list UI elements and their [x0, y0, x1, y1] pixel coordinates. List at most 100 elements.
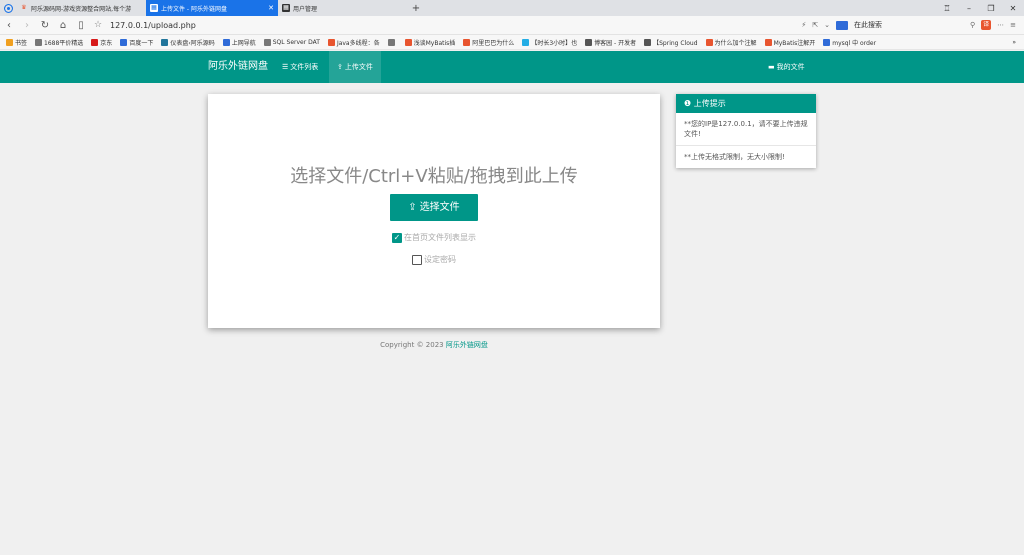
bookmark-favicon-icon	[6, 38, 13, 46]
nav-upload[interactable]: ⇪ 上传文件	[329, 51, 381, 83]
nav-my-files-label: 我的文件	[776, 63, 805, 71]
home-icon[interactable]: ⌂	[54, 20, 72, 31]
show-on-home-option[interactable]: ✓ 在首页文件列表显示	[208, 232, 660, 243]
tab-title: 阿乐源码网-游戏资源整合网站,每个游	[31, 5, 132, 13]
bookmark-favicon-icon	[522, 38, 530, 46]
set-password-option[interactable]: 设定密码	[208, 254, 660, 265]
bookmark-label: MyBatis注解开	[773, 39, 816, 47]
footer: Copyright © 2023 阿乐外链网盘	[208, 340, 660, 350]
bookmark-favicon-icon	[463, 38, 471, 46]
url-field[interactable]: 127.0.0.1/upload.php	[110, 21, 801, 30]
search-input[interactable]: 在此搜索	[854, 20, 964, 30]
set-password-label: 设定密码	[424, 255, 456, 264]
bookmark-item[interactable]: 百度一下	[120, 38, 153, 47]
tips-header: ❶ 上传提示	[676, 94, 816, 113]
bookmark-item[interactable]: 阿里巴巴为什么	[463, 38, 514, 47]
tab-close-icon[interactable]: ✕	[268, 4, 274, 12]
upload-icon: ⇪	[337, 63, 343, 71]
bookmark-item[interactable]: 书签	[6, 38, 27, 47]
tab-favicon-icon: ▦	[150, 4, 158, 12]
minimize-icon[interactable]: –	[958, 0, 980, 16]
lightning-icon[interactable]: ⚡	[801, 21, 806, 29]
chevron-down-icon[interactable]: ⌄	[824, 21, 830, 29]
bookmark-item[interactable]	[387, 38, 397, 46]
bookmark-label: 浅谈MyBatis插	[413, 39, 456, 47]
bookmark-favicon-icon	[263, 38, 271, 46]
bookmark-item[interactable]: 京东	[91, 38, 112, 47]
bookmark-favicon-icon	[644, 38, 652, 46]
bookmark-label: 1688平价精选	[44, 39, 84, 47]
tab-title: 用户管理	[293, 5, 318, 13]
bookmark-label: 博客园 - 开发者	[594, 39, 637, 47]
extension-icon[interactable]: 译	[981, 20, 992, 30]
browser-tab-1[interactable]: ♛ 阿乐源码网-游戏资源整合网站,每个游	[16, 0, 146, 16]
tab-favicon-icon: ▦	[282, 4, 290, 12]
bookmark-favicon-icon	[161, 38, 169, 46]
bookmark-item[interactable]: 为什么加个注解	[705, 38, 757, 47]
window-controls: ♖ – ❐ ✕	[936, 0, 1024, 16]
shirt-icon[interactable]: ♖	[936, 0, 958, 16]
show-on-home-checkbox[interactable]: ✓	[392, 232, 402, 243]
more-icon[interactable]: ⋯	[997, 21, 1004, 29]
info-icon: ❶	[684, 99, 694, 108]
set-password-checkbox[interactable]	[412, 254, 422, 265]
new-tab-icon[interactable]: +	[408, 0, 424, 16]
bookmark-item[interactable]: Java多线程：各	[327, 38, 380, 47]
bookmark-item[interactable]: 【Spring Cloud	[644, 38, 698, 47]
nav-my-files[interactable]: ▬ 我的文件	[760, 51, 813, 83]
bookmark-label: SQL Server DAT	[272, 38, 320, 46]
footer-link[interactable]: 阿乐外链网盘	[446, 341, 488, 349]
bookmark-favicon-icon	[404, 38, 412, 46]
back-icon[interactable]: ‹	[0, 20, 18, 31]
nav-file-list[interactable]: ☰ 文件列表	[274, 51, 326, 83]
search-icon[interactable]: ⚲	[970, 21, 975, 29]
tip-ip-warning: **您的IP是127.0.0.1，请不要上传违规文件!	[676, 113, 816, 146]
share-icon[interactable]: ⇱	[812, 21, 818, 29]
site-brand[interactable]: 阿乐外链网盘	[208, 51, 268, 83]
bookmark-item[interactable]: 【时长3小时】也	[522, 38, 577, 47]
close-window-icon[interactable]: ✕	[1002, 0, 1024, 16]
bookmark-label: 阿里巴巴为什么	[472, 39, 515, 47]
bookmark-item[interactable]: 博客园 - 开发者	[585, 38, 636, 47]
bookmark-favicon-icon	[585, 38, 593, 46]
menu-icon[interactable]: ≡	[1010, 21, 1016, 29]
bookmark-item[interactable]: MyBatis注解开	[764, 38, 816, 47]
bookmark-item[interactable]: SQL Server DAT	[263, 38, 320, 46]
bookmark-item[interactable]: 1688平价精选	[35, 38, 83, 47]
bookmarks-overflow-icon[interactable]: »	[1012, 39, 1024, 46]
bookmark-favicon-icon	[327, 38, 335, 46]
upload-drop-zone[interactable]: 选择文件/Ctrl+V粘贴/拖拽到此上传 ⇪ 选择文件 ✓ 在首页文件列表显示 设…	[208, 94, 660, 328]
forward-icon[interactable]: ›	[18, 20, 36, 31]
bookmark-star-icon[interactable]: ☆	[90, 20, 106, 30]
browser-tab-2[interactable]: ▦ 上传文件 - 阿乐外链网盘 ✕	[146, 0, 278, 16]
bookmarks-bar: 书签 1688平价精选 京东 百度一下 仪表盘‹阿乐源码 上网导航 SQL Server D…	[0, 35, 1024, 50]
drop-zone-text: 选择文件/Ctrl+V粘贴/拖拽到此上传	[290, 166, 578, 187]
reload-icon[interactable]: ↻	[36, 20, 54, 31]
bookmark-item[interactable]: mysql 中 order	[823, 38, 876, 47]
upload-icon: ⇪	[408, 202, 417, 213]
choose-file-button[interactable]: ⇪ 选择文件	[390, 194, 478, 221]
reader-icon[interactable]: ▯	[72, 20, 90, 31]
bookmark-favicon-icon	[764, 38, 772, 46]
bookmark-favicon-icon	[91, 38, 99, 46]
bookmark-label: 百度一下	[129, 39, 154, 47]
nav-file-list-label: 文件列表	[290, 63, 319, 71]
bookmark-favicon-icon	[35, 38, 43, 46]
bookmark-item[interactable]: 仪表盘‹阿乐源码	[161, 38, 215, 47]
browser-tab-3[interactable]: ▦ 用户管理	[278, 0, 408, 16]
nav-upload-label: 上传文件	[344, 63, 373, 71]
restore-icon[interactable]: ❐	[980, 0, 1002, 16]
bookmark-label: 【Spring Cloud	[653, 39, 698, 47]
bookmark-favicon-icon	[705, 38, 713, 46]
search-engine-icon[interactable]	[835, 20, 848, 30]
bookmark-label: 为什么加个注解	[714, 39, 757, 47]
folder-icon: ▬	[768, 63, 775, 71]
bookmark-favicon-icon	[120, 38, 128, 46]
browser-tab-strip: ♛ 阿乐源码网-游戏资源整合网站,每个游 ▦ 上传文件 - 阿乐外链网盘 ✕ ▦…	[0, 0, 1024, 16]
site-navbar: 阿乐外链网盘 ☰ 文件列表 ⇪ 上传文件 ▬ 我的文件	[0, 51, 1024, 83]
tip-no-limit: **上传无格式限制，无大小限制!	[684, 153, 785, 161]
bookmark-item[interactable]: 浅谈MyBatis插	[404, 38, 456, 47]
bookmark-item[interactable]: 上网导航	[222, 38, 256, 47]
choose-file-label: 选择文件	[419, 202, 460, 213]
bookmark-favicon-icon	[823, 38, 831, 46]
